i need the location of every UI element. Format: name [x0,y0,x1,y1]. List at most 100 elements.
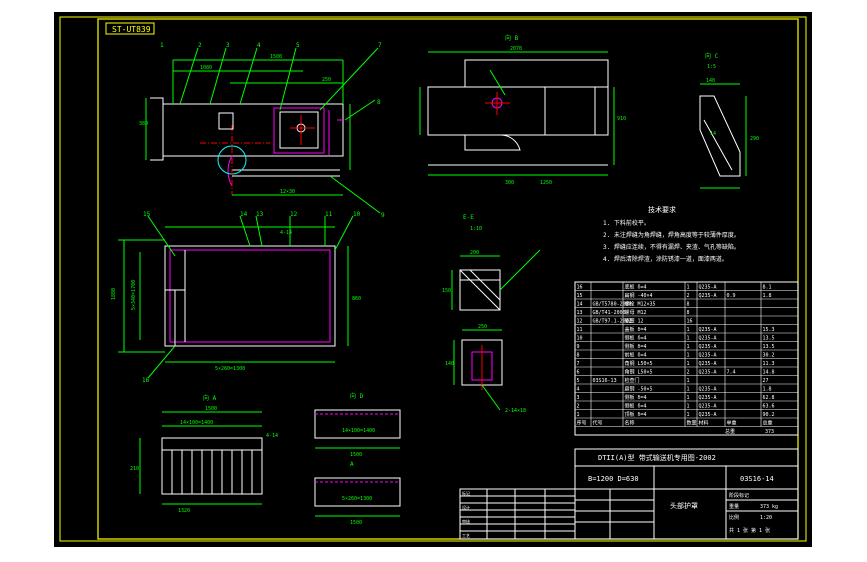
bom-cell: 角钢 L50×5 [625,369,653,376]
bom-cell: 侧板 δ=4 [625,394,647,401]
bom-cell: 13.5 [763,336,775,342]
bom-cell: 1 [687,353,690,359]
bom-cell: 盖板 δ=4 [625,326,647,333]
bom-cell: Q235-A [699,395,717,401]
bom-cell: Q235-A [699,344,717,350]
dim-d-width: 1500 [350,452,362,458]
bom-cell: 1 [687,327,690,333]
title-scale: 1:20 [760,515,772,521]
bom-cell: 10 [577,336,583,342]
title-weight: 373 kg [760,504,778,510]
bom-cell: 3 [577,395,580,401]
section-e-label: E-E [463,214,474,221]
bom-cell: 90.2 [763,412,775,418]
bom-header-cell: 单重 [727,420,737,427]
bom-cell: 16 [687,319,693,325]
bom-cell: 0.9 [727,293,736,299]
dim-b-bottom-left: 300 [505,180,514,186]
bom-cell: 9 [577,344,580,350]
bom-cell: 7 [577,361,580,367]
dim-a-height: 210 [130,466,139,472]
bom-cell: 角钢 L50×5 [625,360,653,367]
bom-cell: 13 [577,310,583,316]
callout-16: 16 [142,377,150,384]
bom-cell: 8 [687,302,690,308]
bom-cell: 2 [687,370,690,376]
bom-cell: 15.3 [763,327,775,333]
dim-e-side: 150 [442,288,451,294]
rev-row-2: 审核 [462,518,470,524]
callout-3: 3 [226,42,230,49]
title-scale-label: 比例 [729,514,739,521]
bom-cell: 检查门 [625,377,640,384]
bom-cell: 30.2 [763,353,775,359]
dim-a-inner: 14×100=1400 [180,420,213,426]
bom-cell: 1 [577,412,580,418]
view-c-label: 向 C [705,52,719,60]
callout-2: 2 [198,42,202,49]
bom-cell: 12 [577,319,583,325]
dim-a-top: 1500 [205,406,217,412]
bom-cell: 11 [577,327,583,333]
callout-14: 14 [240,211,248,218]
bom-cell: 62.8 [763,395,775,401]
bom-cell: 螺栓 M12×35 [625,301,656,308]
bom-cell: 1 [687,285,690,291]
dim-b-bottom: 1250 [540,180,552,186]
bom-total-label: 总重 [725,428,735,435]
callout-10: 10 [353,211,361,218]
bom-cell: 1.8 [763,293,772,299]
bom-header-cell: 材料 [699,420,709,427]
callout-13: 13 [256,211,264,218]
bom-cell: 前板 δ=4 [625,352,647,359]
view-a-label: 向 A [203,394,217,402]
bom-cell: 螺母 M12 [625,309,647,316]
dim-f-top: 250 [478,324,487,330]
callout-12: 12 [290,211,298,218]
dim-b-width: 2070 [510,46,522,52]
bom-cell: Q235-A [699,387,717,393]
dim-c-web: 14 [710,131,716,137]
title-part-name: 头部护罩 [670,501,698,510]
bom-cell: Q235-A [699,285,717,291]
bom-cell: 11.3 [763,361,775,367]
bom-cell: 顶板 δ=4 [625,411,647,418]
bom-total-value: 373 [765,429,774,435]
bom-cell: 1 [687,412,690,418]
bom-cell: 底板 δ=4 [625,284,647,291]
bom-cell: 扁钢 -50×5 [625,386,653,393]
section-e-scale: 1:10 [470,226,482,232]
dim-c-side: 290 [750,136,759,142]
bom-header-cell: 总重 [763,420,773,427]
bom-header-cell: 名称 [625,420,635,427]
bom-header-cell: 代号 [593,420,603,427]
view-d2-label: A [350,461,354,468]
bom-cell: 8.1 [763,285,772,291]
rev-row-1: 设计 [462,504,470,510]
dim-top-right: 860 [352,296,361,302]
bom-cell: 垫圈 12 [625,318,644,325]
bom-cell: 15 [577,293,583,299]
callout-1: 1 [160,42,164,49]
callout-11: 11 [325,211,333,218]
bom-header-cell: 序号 [577,420,587,427]
bom-cell: 1 [687,395,690,401]
title-stage-label: 阶段标记 [729,492,749,499]
dim-main-height: 380 [139,121,148,127]
bom-cell: 27 [763,378,769,384]
view-b-label: 向 B [505,34,519,42]
title-main: DTII(A)型 带式输送机专用图-2002 [598,453,716,462]
dim-main-right: 250 [322,77,331,83]
bom-cell: 1.8 [763,387,772,393]
dim-e-top: 200 [470,250,479,256]
dim-d2-width: 1500 [350,520,362,526]
note-3: 3. 焊缝应连续，不得有漏焊、夹渣、气孔等缺陷。 [603,243,740,251]
bom-cell: 14 [577,302,583,308]
bom-cell: 13.5 [763,344,775,350]
bom-cell: 03S16-13 [593,378,617,384]
bom-cell: 扁钢 -40×4 [625,292,653,299]
rev-row-0: 标记 [462,490,470,496]
dim-main-overall: 1500 [270,54,282,60]
dim-main-sub: 1080 [200,65,212,71]
bom-cell: 1 [687,404,690,410]
